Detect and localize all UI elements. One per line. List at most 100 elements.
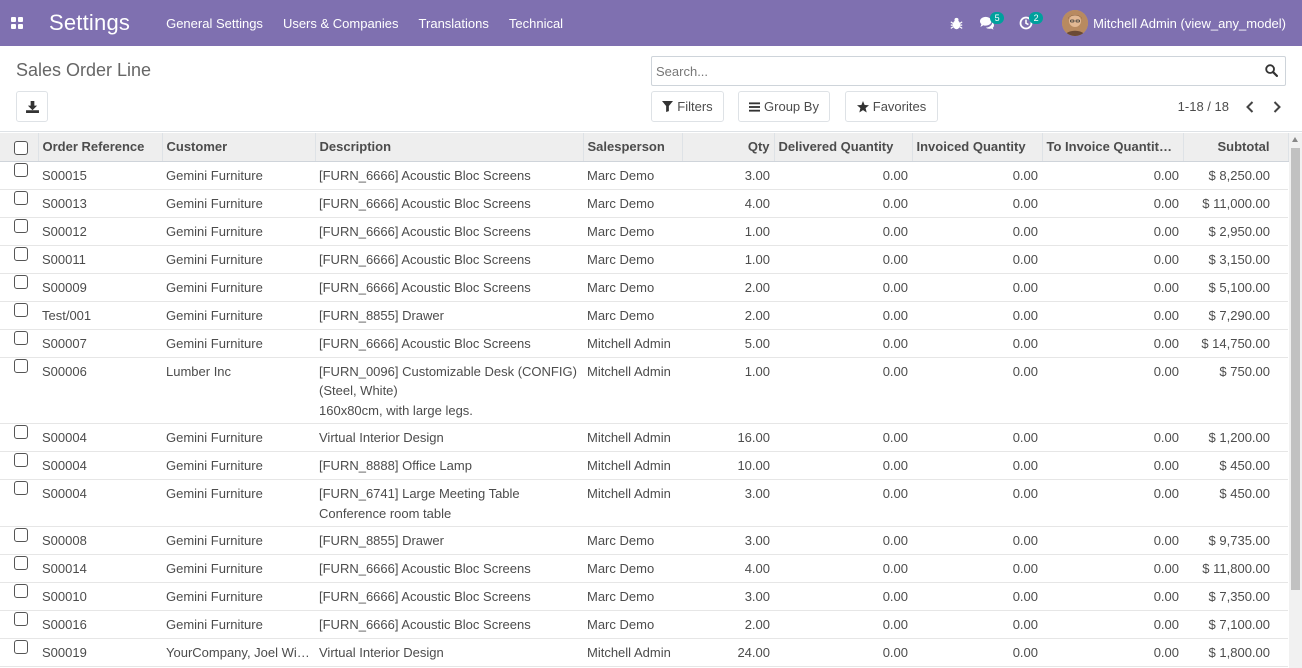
- menu-technical[interactable]: Technical: [499, 0, 573, 46]
- cell-customer: Gemini Furniture: [162, 526, 315, 555]
- search-input[interactable]: [656, 57, 1256, 85]
- cell-order-reference: S00015: [38, 161, 162, 190]
- select-all-checkbox[interactable]: [14, 141, 28, 156]
- activities-button[interactable]: 2: [1012, 0, 1048, 46]
- cell-order-reference: S00016: [38, 610, 162, 639]
- pager-value[interactable]: 1-18 / 18: [1178, 99, 1229, 114]
- row-select-cell: [0, 245, 38, 274]
- pager-previous-button[interactable]: [1241, 97, 1259, 117]
- row-checkbox[interactable]: [14, 358, 28, 373]
- table-row[interactable]: S00009 Gemini Furniture [FURN_6666] Acoust…: [0, 273, 1288, 302]
- table-row[interactable]: S00008 Gemini Furniture [FURN_8855] Drawer…: [0, 526, 1288, 555]
- row-select-cell: [0, 357, 38, 424]
- table-row[interactable]: Test/001 Gemini Furniture [FURN_8855] Draw…: [0, 301, 1288, 330]
- search-icon[interactable]: [1265, 64, 1279, 78]
- cell-subtotal: $ 450.00: [1183, 451, 1288, 480]
- row-checkbox[interactable]: [14, 274, 28, 289]
- row-checkbox[interactable]: [14, 218, 28, 233]
- column-to-invoice-quantity[interactable]: To Invoice Quantity…: [1042, 133, 1184, 162]
- row-checkbox[interactable]: [14, 246, 28, 261]
- menu-users-companies[interactable]: Users & Companies: [273, 0, 409, 46]
- debug-bug-icon[interactable]: [942, 0, 970, 46]
- cell-delivered-quantity: 0.00: [774, 301, 912, 330]
- app-title[interactable]: Settings: [49, 10, 130, 36]
- group-by-button[interactable]: Group By: [738, 91, 830, 122]
- table-row[interactable]: S00015 Gemini Furniture [FURN_6666] Acoust…: [0, 161, 1288, 190]
- cell-subtotal: $ 9,735.00: [1183, 526, 1288, 555]
- cell-order-reference: S00013: [38, 189, 162, 218]
- messages-button[interactable]: 5: [970, 0, 1012, 46]
- cell-order-reference: S00004: [38, 451, 162, 480]
- cell-qty: 10.00: [682, 451, 774, 480]
- filters-button[interactable]: Filters: [651, 91, 724, 122]
- cell-description: [FURN_6666] Acoustic Bloc Screens: [315, 610, 583, 639]
- description-line: (Steel, White): [319, 383, 398, 398]
- messages-count-badge: 5: [990, 12, 1005, 24]
- bug-icon: [950, 17, 963, 29]
- row-checkbox[interactable]: [14, 190, 28, 205]
- apps-menu-icon[interactable]: [1, 0, 33, 46]
- star-icon: [856, 100, 869, 112]
- column-order-reference[interactable]: Order Reference: [38, 133, 163, 162]
- table-row[interactable]: S00019 YourCompany, Joel Wi… Virtual Inter…: [0, 638, 1288, 667]
- cell-delivered-quantity: 0.00: [774, 217, 912, 246]
- table-row[interactable]: S00012 Gemini Furniture [FURN_6666] Acoust…: [0, 217, 1288, 246]
- row-checkbox[interactable]: [14, 584, 28, 598]
- export-download-button[interactable]: [16, 91, 48, 122]
- column-salesperson[interactable]: Salesperson: [583, 133, 683, 162]
- row-checkbox[interactable]: [14, 425, 28, 439]
- column-customer[interactable]: Customer: [162, 133, 316, 162]
- row-checkbox[interactable]: [14, 330, 28, 345]
- row-checkbox[interactable]: [14, 640, 28, 654]
- table-row[interactable]: S00004 Gemini Furniture [FURN_6741] Large …: [0, 479, 1288, 527]
- cell-customer: Gemini Furniture: [162, 554, 315, 583]
- table-row[interactable]: S00006 Lumber Inc [FURN_0096] Customizable…: [0, 357, 1288, 424]
- menu-translations[interactable]: Translations: [409, 0, 499, 46]
- row-checkbox[interactable]: [14, 528, 28, 542]
- row-checkbox[interactable]: [14, 302, 28, 317]
- column-delivered-quantity[interactable]: Delivered Quantity: [774, 133, 913, 162]
- cell-qty: 2.00: [682, 273, 774, 302]
- scroll-up-arrow-icon[interactable]: [1292, 137, 1298, 142]
- table-row[interactable]: S00010 Gemini Furniture [FURN_6666] Acoust…: [0, 582, 1288, 611]
- description-line: [FURN_8855] Drawer: [319, 533, 444, 548]
- scroll-thumb[interactable]: [1291, 148, 1300, 590]
- table-row[interactable]: S00007 Gemini Furniture [FURN_6666] Acoust…: [0, 329, 1288, 358]
- row-checkbox[interactable]: [14, 453, 28, 467]
- cell-invoiced-quantity: 0.00: [912, 479, 1042, 527]
- row-checkbox[interactable]: [14, 556, 28, 570]
- column-subtotal[interactable]: Subtotal: [1183, 133, 1289, 162]
- user-avatar: [1062, 10, 1089, 36]
- table-row[interactable]: S00011 Gemini Furniture [FURN_6666] Acoust…: [0, 245, 1288, 274]
- user-menu[interactable]: Mitchell Admin (view_any_model): [1062, 10, 1302, 36]
- cell-customer: YourCompany, Joel Wi…: [162, 638, 315, 667]
- cell-subtotal: $ 11,800.00: [1183, 554, 1288, 583]
- column-invoiced-quantity[interactable]: Invoiced Quantity: [912, 133, 1043, 162]
- table-row[interactable]: S00004 Gemini Furniture Virtual Interior D…: [0, 423, 1288, 452]
- table-row[interactable]: S00013 Gemini Furniture [FURN_6666] Acoust…: [0, 189, 1288, 218]
- cell-subtotal: $ 1,800.00: [1183, 638, 1288, 667]
- cell-invoiced-quantity: 0.00: [912, 301, 1042, 330]
- table-row[interactable]: S00004 Gemini Furniture [FURN_8888] Office…: [0, 451, 1288, 480]
- pager-next-button[interactable]: [1268, 97, 1286, 117]
- cell-order-reference: S00008: [38, 526, 162, 555]
- column-qty[interactable]: Qty: [682, 133, 775, 162]
- cell-invoiced-quantity: 0.00: [912, 582, 1042, 611]
- table-row[interactable]: S00016 Gemini Furniture [FURN_6666] Acoust…: [0, 610, 1288, 639]
- cell-invoiced-quantity: 0.00: [912, 638, 1042, 667]
- row-checkbox[interactable]: [14, 481, 28, 495]
- menu-general-settings[interactable]: General Settings: [156, 0, 273, 46]
- cell-invoiced-quantity: 0.00: [912, 554, 1042, 583]
- vertical-scrollbar[interactable]: [1289, 133, 1302, 668]
- row-checkbox[interactable]: [14, 162, 28, 177]
- cell-customer: Lumber Inc: [162, 357, 315, 424]
- table-row[interactable]: S00014 Gemini Furniture [FURN_6666] Acoust…: [0, 554, 1288, 583]
- cell-delivered-quantity: 0.00: [774, 526, 912, 555]
- cell-salesperson: Marc Demo: [583, 245, 682, 274]
- cell-description: [FURN_6666] Acoustic Bloc Screens: [315, 189, 583, 218]
- column-description[interactable]: Description: [315, 133, 584, 162]
- description-line: [FURN_0096] Customizable Desk (CONFIG): [319, 363, 577, 379]
- favorites-button[interactable]: Favorites: [845, 91, 938, 122]
- cell-order-reference: Test/001: [38, 301, 162, 330]
- row-checkbox[interactable]: [14, 612, 28, 626]
